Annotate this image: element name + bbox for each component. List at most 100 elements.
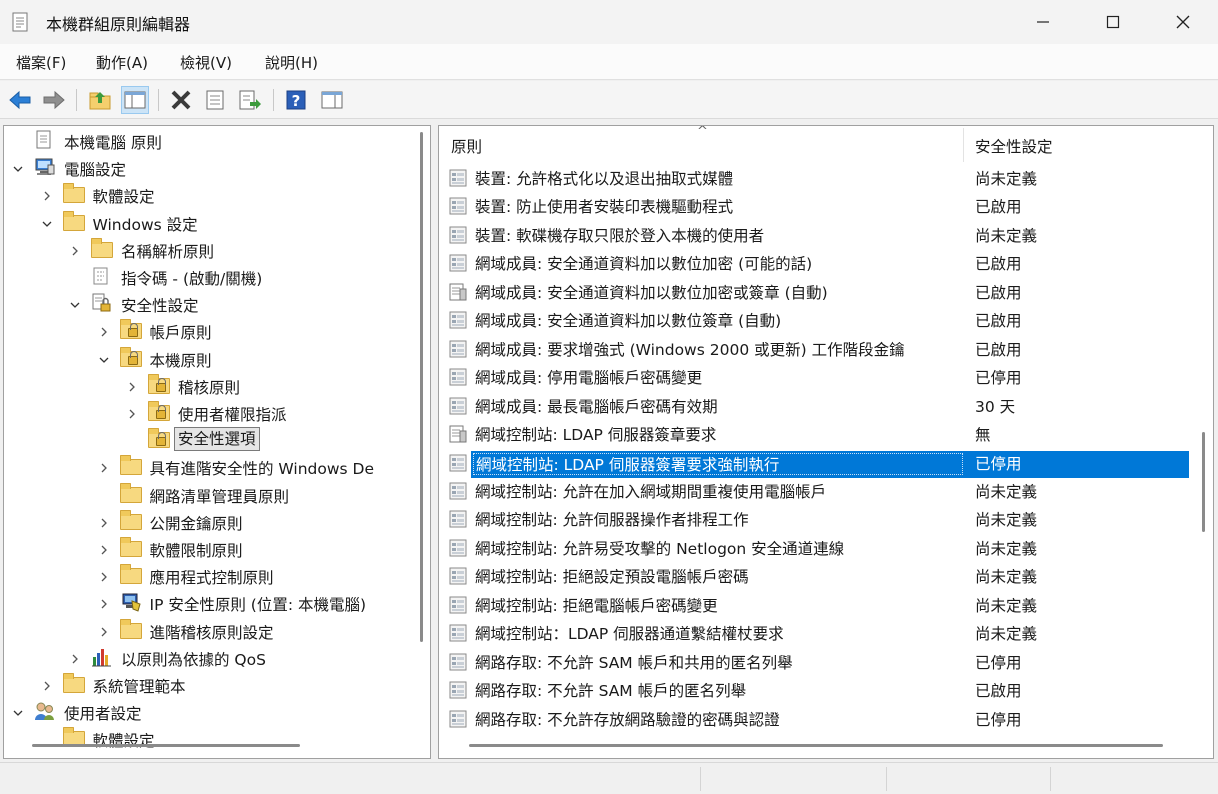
tree-item[interactable]: 具有進階安全性的 Windows De [4, 453, 430, 480]
tree-item[interactable]: 進階稽核原則設定 [4, 617, 430, 644]
chevron-right-icon[interactable] [98, 569, 110, 582]
list-horizontal-scrollbar[interactable] [439, 732, 1213, 758]
console-tree[interactable]: 本機電腦 原則 電腦設定 軟體設定 Windows 設定 名稱解析原則 指令碼 - (啟動… [3, 125, 431, 759]
chevron-down-icon[interactable] [12, 705, 24, 717]
tree-item[interactable]: 安全性設定 [4, 290, 430, 317]
tree-vertical-scrollbar[interactable] [414, 126, 430, 732]
chevron-right-icon[interactable] [41, 188, 53, 201]
table-row[interactable]: 網域成員: 停用電腦帳戶密碼變更 已停用 [439, 363, 1199, 391]
table-row[interactable]: 裝置: 允許格式化以及退出抽取式媒體 尚未定義 [439, 164, 1199, 192]
chevron-down-icon[interactable] [98, 352, 110, 364]
chevron-right-icon[interactable] [98, 460, 110, 473]
chevron-right-icon[interactable] [126, 379, 138, 392]
table-row[interactable]: 網路存取: 不允許 SAM 帳戶和共用的匿名列舉 已停用 [439, 648, 1199, 676]
chevron-right-icon[interactable] [126, 406, 138, 419]
tree-item[interactable]: 安全性選項 [4, 426, 430, 453]
folder-icon [119, 564, 142, 585]
table-row[interactable]: 網域控制站：LDAP 伺服器通道繫結權杖要求 尚未定義 [439, 619, 1199, 647]
table-row[interactable]: 網路存取: 不允許存放網路驗證的密碼與認證 已停用 [439, 705, 1199, 733]
policy-name: 網域控制站: 拒絕電腦帳戶密碼變更 [475, 596, 718, 615]
menu-file[interactable]: 檔案(F) [16, 52, 66, 73]
tree-item[interactable]: 使用者設定 [4, 698, 430, 725]
list-vertical-scrollbar[interactable] [1195, 126, 1213, 732]
table-row[interactable]: 網域成員: 安全通道資料加以數位加密 (可能的話) 已啟用 [439, 249, 1199, 277]
tree-item[interactable]: IP 安全性原則 (位置: 本機電腦) [4, 589, 430, 616]
folder-icon [119, 537, 142, 558]
tree-item[interactable]: Windows 設定 [4, 209, 430, 236]
minimize-button[interactable] [1008, 0, 1078, 44]
export-list-button[interactable] [236, 86, 264, 114]
tree-item-label: 使用者權限指派 [178, 406, 287, 424]
tree-item[interactable]: 帳戶原則 [4, 317, 430, 344]
table-row[interactable]: 網域成員: 安全通道資料加以數位簽章 (自動) 已啟用 [439, 306, 1199, 334]
menu-action[interactable]: 動作(A) [96, 52, 148, 73]
tree-item[interactable]: 系統管理範本 [4, 671, 430, 698]
chevron-down-icon[interactable] [12, 161, 24, 173]
chevron-right-icon[interactable] [41, 678, 53, 691]
tree-item[interactable]: 網路清單管理員原則 [4, 481, 430, 508]
scroll-thumb[interactable] [1202, 432, 1205, 532]
up-folder-button[interactable] [86, 86, 114, 114]
policy-setting: 30 天 [975, 397, 1016, 416]
table-row[interactable]: 網域成員: 要求增強式 (Windows 2000 或更新) 工作階段金鑰 已啟用 [439, 335, 1199, 363]
chevron-right-icon[interactable] [98, 542, 110, 555]
tree-item[interactable]: 名稱解析原則 [4, 236, 430, 263]
tree-item[interactable]: 指令碼 - (啟動/關機) [4, 263, 430, 290]
chevron-right-icon[interactable] [98, 596, 110, 609]
table-row[interactable]: 網域控制站: LDAP 伺服器簽章要求 無 [439, 420, 1199, 448]
close-button[interactable] [1148, 0, 1218, 44]
help-button[interactable]: ? [282, 86, 310, 114]
properties-button[interactable] [201, 86, 229, 114]
scroll-thumb[interactable] [469, 744, 1163, 747]
tree-item-label: 應用程式控制原則 [149, 569, 274, 588]
back-button[interactable] [6, 86, 34, 114]
tree-item[interactable]: 軟體限制原則 [4, 535, 430, 562]
scroll-thumb[interactable] [420, 132, 423, 642]
table-row[interactable]: 網域控制站: 允許在加入網域期間重複使用電腦帳戶 尚未定義 [439, 477, 1199, 505]
table-row[interactable]: 網域控制站: 允許易受攻擊的 Netlogon 安全通道連線 尚未定義 [439, 534, 1199, 562]
delete-button[interactable] [167, 86, 195, 114]
chevron-right-icon[interactable] [98, 624, 110, 637]
column-header-setting[interactable]: 安全性設定 [975, 135, 1053, 157]
tree-horizontal-scrollbar[interactable] [4, 732, 430, 758]
tree-item[interactable]: 使用者權限指派 [4, 399, 430, 426]
show-hide-tree-button[interactable] [121, 86, 149, 114]
tree-item[interactable]: 軟體設定 [4, 181, 430, 208]
tree-item[interactable]: 電腦設定 [4, 154, 430, 181]
table-row[interactable]: 裝置: 防止使用者安裝印表機驅動程式 已啟用 [439, 192, 1199, 220]
table-row[interactable]: 裝置: 軟碟機存取只限於登入本機的使用者 尚未定義 [439, 221, 1199, 249]
menu-help[interactable]: 說明(H) [265, 52, 318, 73]
table-row[interactable]: 網域控制站: 拒絕設定預設電腦帳戶密碼 尚未定義 [439, 562, 1199, 590]
chevron-right-icon[interactable] [98, 324, 110, 337]
tree-item[interactable]: 公開金鑰原則 [4, 508, 430, 535]
scroll-thumb[interactable] [32, 744, 300, 747]
table-row[interactable]: 網域控制站: 允許伺服器操作者排程工作 尚未定義 [439, 505, 1199, 533]
maximize-button[interactable] [1078, 0, 1148, 44]
policy-list[interactable]: ^ 原則 安全性設定 裝置: 允許格式化以及退出抽取式媒體 尚未定義 裝置: 防止使… [438, 125, 1214, 759]
table-row[interactable]: 網域成員: 安全通道資料加以數位加密或簽章 (自動) 已啟用 [439, 278, 1199, 306]
column-header-policy[interactable]: 原則 [451, 135, 482, 157]
chevron-down-icon[interactable] [69, 297, 81, 309]
tree-item[interactable]: 以原則為依據的 QoS [4, 644, 430, 671]
menu-view[interactable]: 檢視(V) [180, 52, 232, 73]
table-row[interactable]: 網域成員: 最長電腦帳戶密碼有效期 30 天 [439, 392, 1199, 420]
table-row[interactable]: 網路存取: 不允許 SAM 帳戶的匿名列舉 已啟用 [439, 676, 1199, 704]
tree-item[interactable]: 應用程式控制原則 [4, 562, 430, 589]
properties-icon [206, 90, 224, 110]
policy-setting: 尚未定義 [975, 511, 1038, 530]
tree-item[interactable]: 本機電腦 原則 [4, 127, 430, 154]
table-row[interactable]: 網域控制站: LDAP 伺服器簽署要求強制執行 已停用 [439, 449, 1199, 478]
minimize-icon [1037, 21, 1049, 23]
table-row[interactable]: 網域控制站: 拒絕電腦帳戶密碼變更 尚未定義 [439, 591, 1199, 619]
chevron-down-icon[interactable] [41, 216, 53, 228]
chevron-right-icon[interactable] [69, 651, 81, 664]
chevron-right-icon[interactable] [98, 515, 110, 528]
tree-item[interactable]: 本機原則 [4, 345, 430, 372]
policy-setting: 已停用 [975, 710, 1022, 729]
forward-button[interactable] [40, 86, 68, 114]
tree-item[interactable]: 稽核原則 [4, 372, 430, 399]
title-bar[interactable]: 本機群組原則編輯器 [0, 0, 1218, 44]
show-hide-action-pane-button[interactable] [318, 86, 346, 114]
chevron-right-icon[interactable] [69, 243, 81, 256]
policy-item-icon [449, 368, 467, 386]
